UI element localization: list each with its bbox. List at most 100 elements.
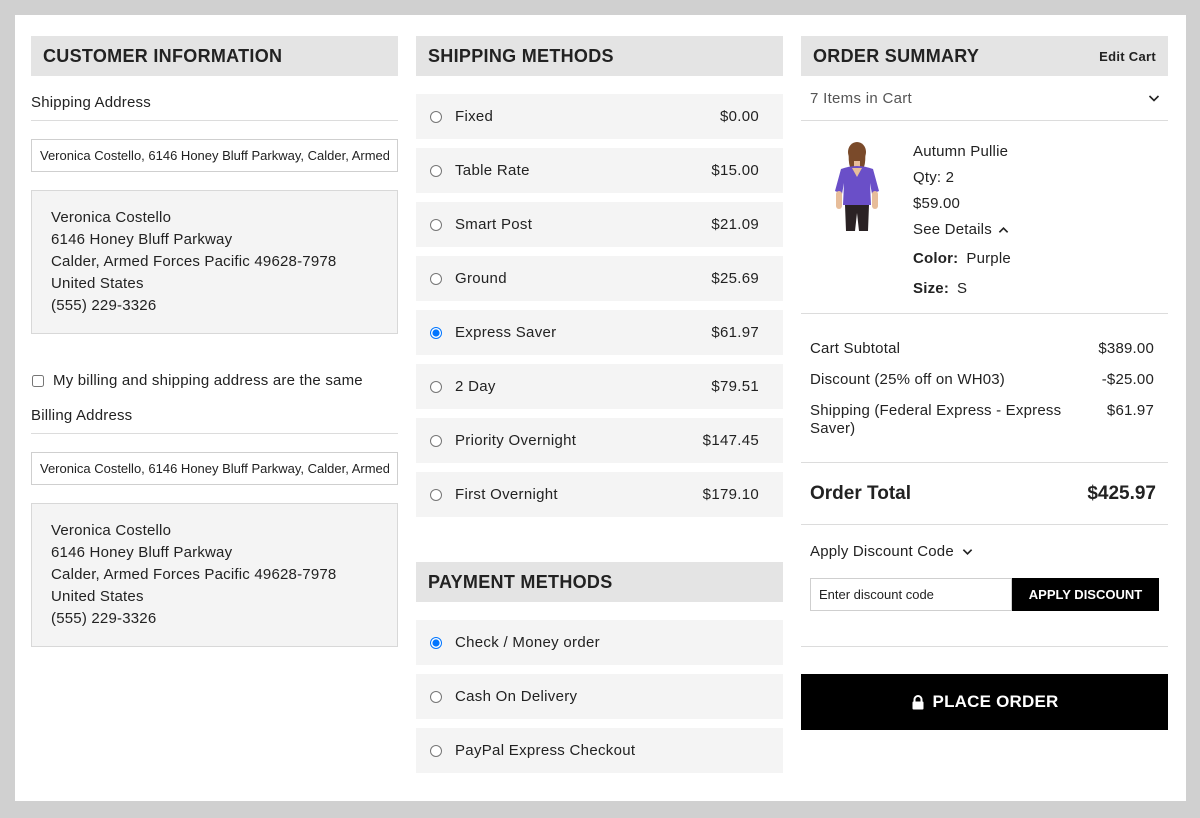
apply-discount-button[interactable]: APPLY DISCOUNT [1012, 578, 1159, 611]
shipping-method-price: $25.69 [711, 270, 759, 287]
shipping-address-city: Calder, Armed Forces Pacific 49628-7978 [51, 253, 337, 270]
color-value: Purple [966, 250, 1011, 267]
shipping-method-price: $79.51 [711, 378, 759, 395]
order-summary-column: ORDER SUMMARY Edit Cart 7 Items in Cart [801, 36, 1168, 730]
shipping-method-price: $61.97 [711, 324, 759, 341]
shipping-address-name: Veronica Costello [51, 209, 172, 226]
product-price: $59.00 [913, 195, 961, 212]
payment-methods-header: PAYMENT METHODS [416, 562, 783, 602]
shipping-method-ground[interactable]: Ground $25.69 [416, 256, 783, 301]
discount-form: APPLY DISCOUNT [801, 560, 1168, 611]
shipping-method-2-day[interactable]: 2 Day $79.51 [416, 364, 783, 409]
billing-address-country: United States [51, 588, 144, 605]
summary-divider [801, 646, 1168, 647]
payment-methods-list: Check / Money order Cash On Delivery Pay… [416, 620, 783, 773]
apply-discount-label: Apply Discount Code [810, 543, 954, 560]
same-address-row[interactable]: My billing and shipping address are the … [31, 372, 398, 389]
shipping-method-first-overnight[interactable]: First Overnight $179.10 [416, 472, 783, 517]
billing-address-city: Calder, Armed Forces Pacific 49628-7978 [51, 566, 337, 583]
shipping-method-name: 2 Day [455, 378, 496, 395]
items-in-cart-toggle[interactable]: 7 Items in Cart [801, 76, 1168, 121]
size-label: Size: [913, 280, 950, 297]
payment-methods-title: PAYMENT METHODS [428, 571, 613, 592]
shipping-method-price: $0.00 [719, 108, 759, 125]
shipping-method-name: Smart Post [455, 216, 533, 233]
order-summary-header: ORDER SUMMARY Edit Cart [801, 36, 1168, 76]
shipping-address-country: United States [51, 275, 144, 292]
shipping-methods-list: Fixed $0.00 Table Rate $15.00 Smart Post… [416, 94, 783, 517]
same-address-label: My billing and shipping address are the … [53, 372, 363, 389]
customer-information-header: CUSTOMER INFORMATION [31, 36, 398, 76]
payment-radio-paypal[interactable] [430, 744, 442, 757]
payment-radio-checkmo[interactable] [430, 636, 442, 649]
shipping-method-priority-overnight[interactable]: Priority Overnight $147.45 [416, 418, 783, 463]
shipping-methods-header: SHIPPING METHODS [416, 36, 783, 76]
cart-item: Autumn Pullie Qty: 2 $59.00 See Details … [801, 121, 1168, 314]
shipping-method-fixed[interactable]: Fixed $0.00 [416, 94, 783, 139]
totals-value: -$25.00 [1101, 371, 1154, 388]
payment-radio-cod[interactable] [430, 690, 442, 703]
shipping-radio-fixed[interactable] [430, 110, 442, 123]
order-total-value: $425.97 [1087, 482, 1156, 504]
payment-method-paypal[interactable]: PayPal Express Checkout [416, 728, 783, 773]
cart-item-details: Autumn Pullie Qty: 2 $59.00 See Details … [913, 139, 1011, 303]
shipping-method-name: Ground [455, 270, 507, 287]
shipping-methods-title: SHIPPING METHODS [428, 45, 614, 66]
shipping-radio-first-overnight[interactable] [430, 488, 442, 501]
shipping-method-name: Priority Overnight [455, 432, 577, 449]
chevron-down-icon [1148, 95, 1160, 102]
customer-information-column: CUSTOMER INFORMATION Shipping Address Ve… [31, 36, 398, 647]
order-summary-title: ORDER SUMMARY [813, 45, 980, 66]
see-details-toggle[interactable]: See Details [913, 217, 1011, 243]
shipping-method-name: First Overnight [455, 486, 558, 503]
shipping-radio-ground[interactable] [430, 272, 442, 285]
payment-method-name: Cash On Delivery [455, 688, 578, 705]
shipping-method-smart-post[interactable]: Smart Post $21.09 [416, 202, 783, 247]
billing-address-phone: (555) 229-3326 [51, 610, 157, 627]
shipping-radio-priority-overnight[interactable] [430, 434, 442, 447]
totals-label: Discount (25% off on WH03) [810, 371, 1006, 388]
place-order-label: PLACE ORDER [932, 692, 1059, 711]
shipping-method-express-saver[interactable]: Express Saver $61.97 [416, 310, 783, 355]
payment-methods-section: PAYMENT METHODS Check / Money order Cash… [416, 562, 783, 773]
shipping-address-card: Veronica Costello 6146 Honey Bluff Parkw… [31, 190, 398, 334]
place-order-button[interactable]: PLACE ORDER [801, 674, 1168, 730]
totals-row-discount: Discount (25% off on WH03) -$25.00 [810, 371, 1154, 389]
edit-cart-link[interactable]: Edit Cart [1099, 49, 1156, 64]
shipping-radio-smart-post[interactable] [430, 218, 442, 231]
shipping-radio-express-saver[interactable] [430, 326, 442, 339]
order-total-label: Order Total [810, 482, 911, 504]
totals-value: $389.00 [1098, 340, 1154, 357]
shipping-address-phone: (555) 229-3326 [51, 297, 157, 314]
shipping-method-price: $15.00 [711, 162, 759, 179]
shipping-radio-2-day[interactable] [430, 380, 442, 393]
billing-address-name: Veronica Costello [51, 522, 172, 539]
same-address-checkbox[interactable] [32, 374, 44, 387]
chevron-down-icon [962, 549, 973, 555]
product-thumbnail [835, 142, 879, 231]
billing-address-select[interactable] [31, 452, 398, 485]
shipping-method-name: Fixed [455, 108, 494, 125]
shipping-method-name: Express Saver [455, 324, 557, 341]
product-name: Autumn Pullie [913, 143, 1009, 160]
billing-address-label: Billing Address [31, 389, 398, 434]
totals-label: Cart Subtotal [810, 340, 901, 357]
payment-method-checkmo[interactable]: Check / Money order [416, 620, 783, 665]
items-in-cart-count: 7 Items in Cart [810, 89, 913, 107]
totals-row-subtotal: Cart Subtotal $389.00 [810, 340, 1154, 358]
billing-address-card: Veronica Costello 6146 Honey Bluff Parkw… [31, 503, 398, 647]
totals-label: Shipping (Federal Express - Express Save… [810, 402, 1062, 437]
discount-code-input[interactable] [810, 578, 1012, 611]
payment-method-cod[interactable]: Cash On Delivery [416, 674, 783, 719]
shipping-method-price: $179.10 [702, 486, 759, 503]
shipping-address-street: 6146 Honey Bluff Parkway [51, 231, 233, 248]
shipping-radio-table-rate[interactable] [430, 164, 442, 177]
order-total-row: Order Total $425.97 [801, 463, 1168, 525]
shipping-address-select[interactable] [31, 139, 398, 172]
apply-discount-toggle[interactable]: Apply Discount Code [801, 525, 1168, 560]
see-details-label: See Details [913, 221, 992, 238]
color-label: Color: [913, 250, 959, 267]
shipping-method-price: $21.09 [711, 216, 759, 233]
shipping-method-table-rate[interactable]: Table Rate $15.00 [416, 148, 783, 193]
shipping-method-price: $147.45 [702, 432, 759, 449]
